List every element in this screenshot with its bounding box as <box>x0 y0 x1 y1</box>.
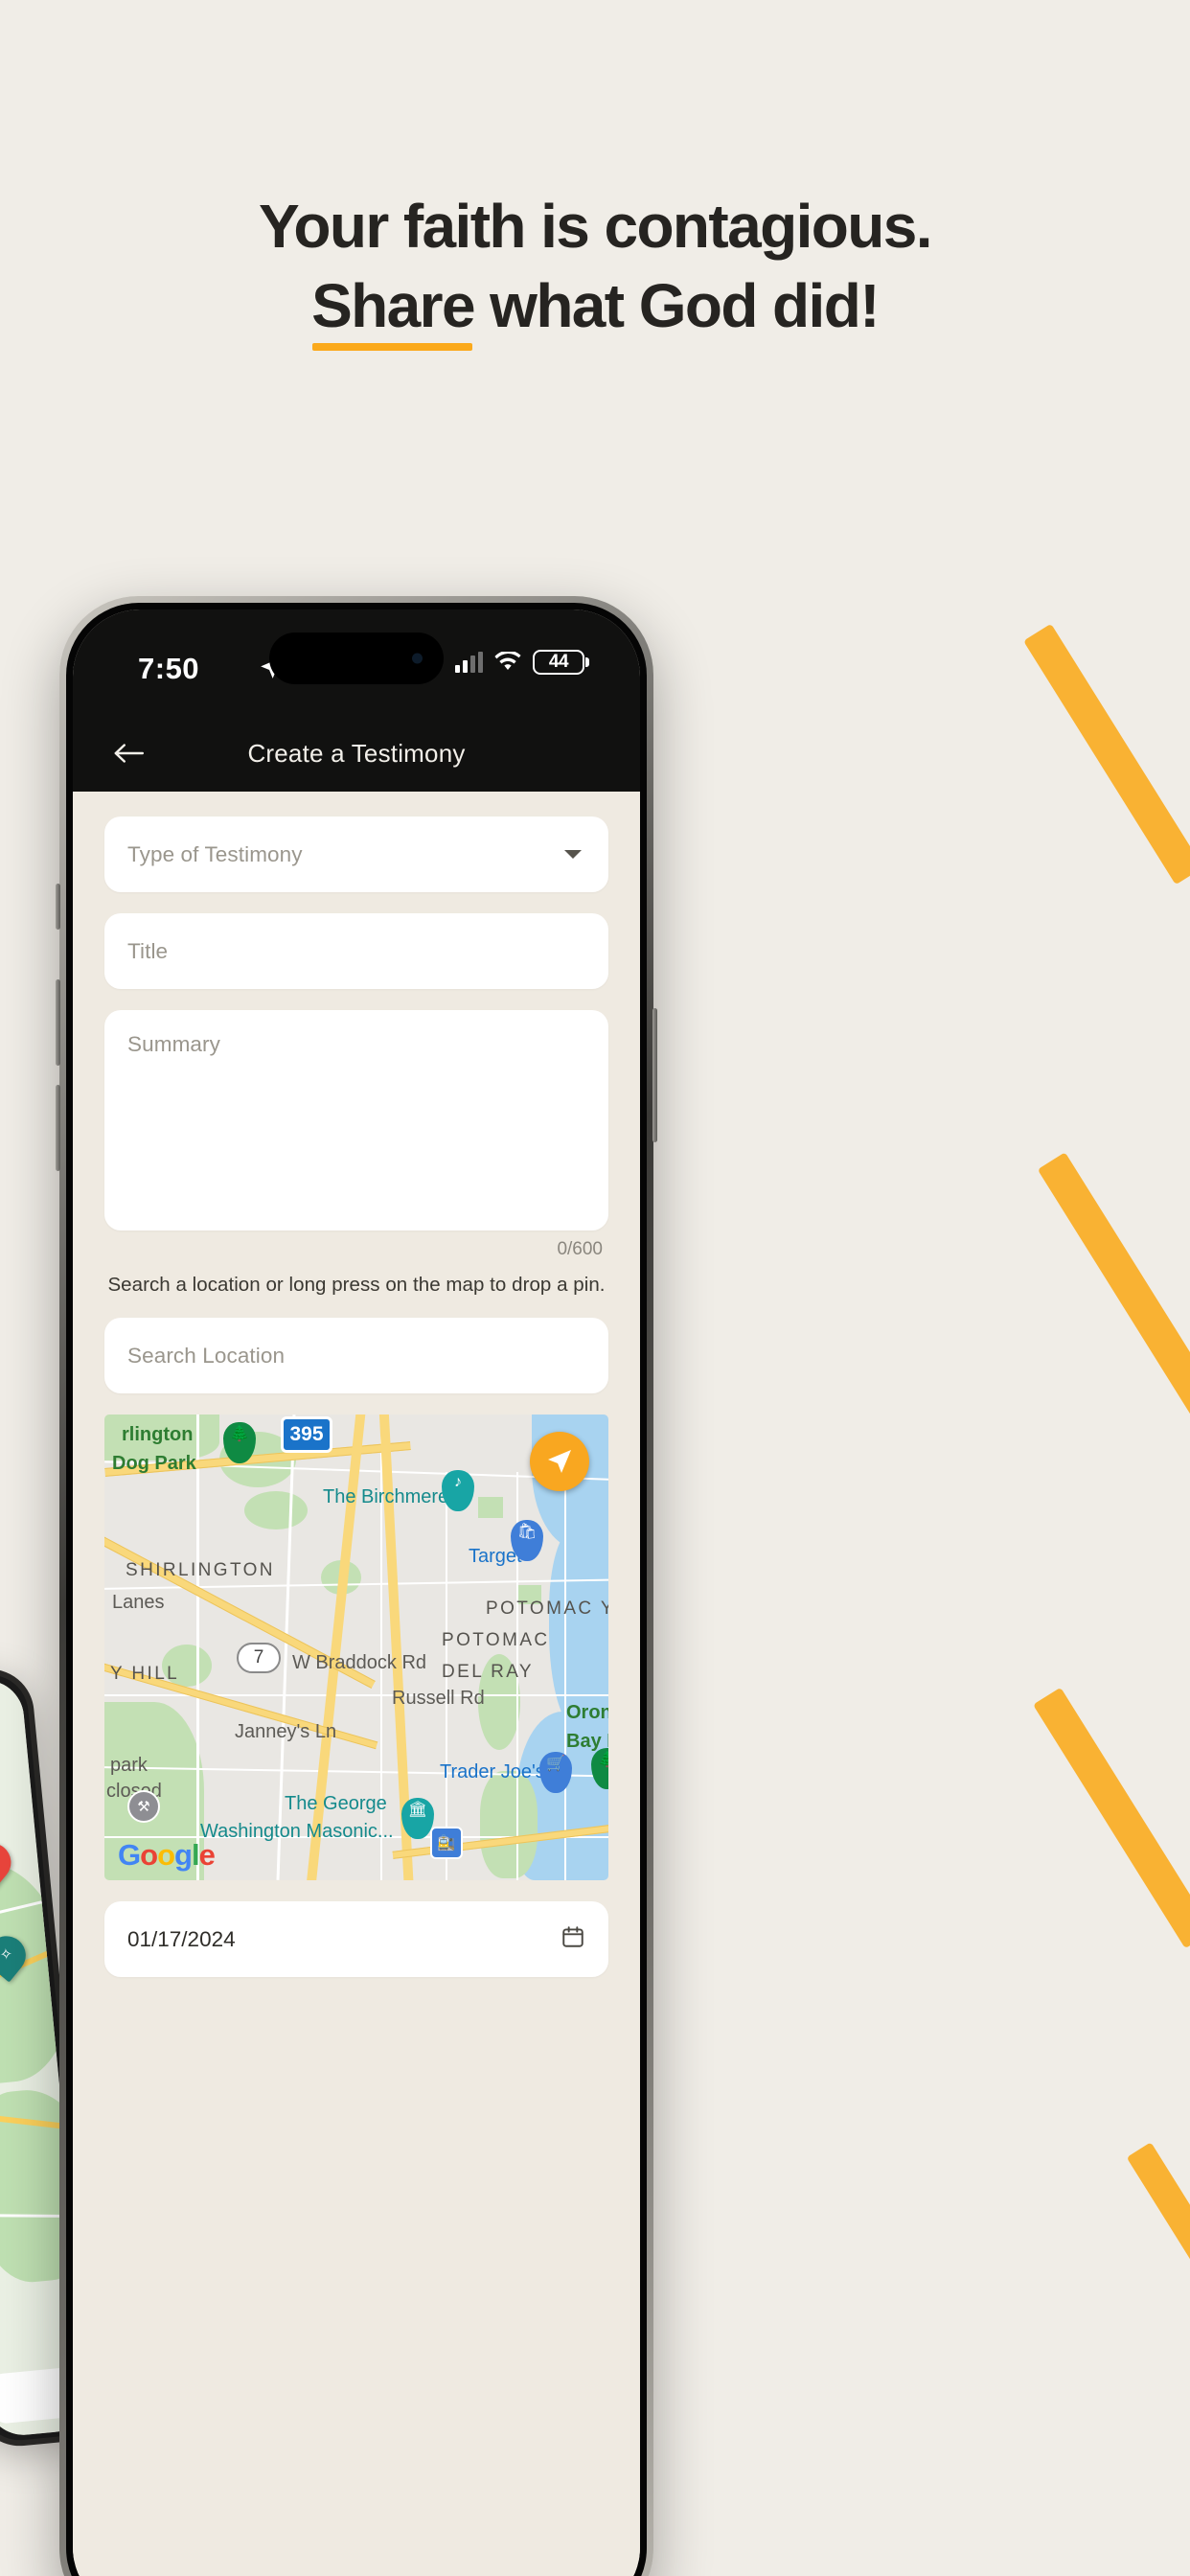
decor-stripe <box>1037 1152 1190 1430</box>
wifi-icon <box>494 652 521 670</box>
title-input[interactable]: Title <box>104 913 608 989</box>
map-label: POTOMAC YARD <box>486 1598 608 1619</box>
map-label: Janney's Ln <box>235 1721 337 1742</box>
map-label: Lanes <box>112 1592 165 1613</box>
date-input[interactable]: 01/17/2024 <box>104 1901 608 1977</box>
navigate-icon <box>548 1450 571 1473</box>
summary-placeholder: Summary <box>127 1032 220 1056</box>
phone-screen: 7:50 44 Create a Testimony Type of Testi… <box>73 610 640 2576</box>
highway-shield-395: 395 <box>281 1416 332 1453</box>
locate-me-button[interactable] <box>530 1432 589 1491</box>
map-label: Orono <box>566 1702 608 1723</box>
headline-line-2: Share what God did! <box>0 270 1190 351</box>
phone-volume-up-button <box>56 979 60 1066</box>
map-poi-icon-closed[interactable]: ⚒ <box>127 1790 160 1823</box>
phone-volume-down-button <box>56 1085 60 1171</box>
map-label: POTOMAC <box>442 1630 550 1650</box>
battery-percentage: 44 <box>548 652 569 672</box>
map-label: Washington Masonic... <box>200 1821 394 1842</box>
map-poi-icon-transit[interactable]: 🚉 <box>430 1827 463 1859</box>
decor-stripe <box>1126 2142 1190 2353</box>
map-label: Russell Rd <box>392 1688 485 1709</box>
phone-mute-switch <box>56 884 60 930</box>
map-label: Dog Park <box>112 1453 196 1474</box>
map-poi-pin-music[interactable]: ♪ <box>442 1470 474 1511</box>
location-map[interactable]: rlington Dog Park The Birchmere SHIRLINGTON… <box>104 1414 608 1880</box>
map-route-shield: 7 <box>237 1643 281 1673</box>
status-bar: 7:50 44 <box>73 610 640 715</box>
map-label: Y HILL <box>110 1664 180 1684</box>
form-body: Type of Testimony Title Summary 0/600 Se… <box>73 792 640 2576</box>
search-location-input[interactable]: Search Location <box>104 1318 608 1393</box>
phone-power-button <box>652 1008 657 1142</box>
google-logo: Google <box>118 1838 216 1872</box>
map-hint-text: Search a location or long press on the m… <box>107 1274 606 1296</box>
calendar-icon[interactable] <box>561 1924 585 1954</box>
map-label: The Birchmere <box>323 1486 449 1507</box>
character-counter: 0/600 <box>557 1239 603 1259</box>
page-title: Create a Testimony <box>247 738 466 768</box>
phone-mockup: 7:50 44 Create a Testimony Type of Testi… <box>56 596 657 2576</box>
navigation-bar: Create a Testimony <box>73 715 640 792</box>
arrow-left-icon <box>114 744 145 763</box>
phone-bezel: 7:50 44 Create a Testimony Type of Testi… <box>66 603 647 2576</box>
headline-line-1: Your faith is contagious. <box>259 192 933 261</box>
chevron-down-icon <box>564 850 582 859</box>
promo-headline: Your faith is contagious. Share what God… <box>0 192 1190 351</box>
summary-textarea[interactable]: Summary <box>104 1010 608 1230</box>
dynamic-island <box>269 632 444 684</box>
battery-icon: 44 <box>533 650 584 675</box>
map-label: The George <box>285 1793 387 1814</box>
cellular-bars-icon <box>455 652 483 673</box>
map-label: Trader Joe's <box>440 1761 545 1782</box>
map-label: DEL RAY <box>442 1662 534 1682</box>
date-value: 01/17/2024 <box>127 1926 236 1951</box>
front-camera-icon <box>412 653 423 664</box>
decor-stripe <box>1033 1687 1190 1949</box>
headline-line-2-rest: what God did! <box>473 270 880 340</box>
title-placeholder: Title <box>127 938 169 963</box>
map-label: W Braddock Rd <box>292 1652 427 1673</box>
status-bar-indicators: 44 <box>455 650 584 675</box>
map-label: SHIRLINGTON <box>126 1560 275 1580</box>
type-of-testimony-placeholder: Type of Testimony <box>127 841 303 866</box>
status-bar-time: 7:50 <box>138 652 200 685</box>
map-poi-pin-store[interactable]: 🛍 <box>511 1520 543 1561</box>
map-poi-pin-landmark[interactable]: 🏛 <box>401 1798 434 1839</box>
search-location-placeholder: Search Location <box>127 1343 286 1368</box>
type-of-testimony-select[interactable]: Type of Testimony <box>104 816 608 892</box>
headline-underlined-word: Share <box>311 270 476 351</box>
map-label: park <box>110 1755 148 1776</box>
decor-stripe <box>1023 623 1190 886</box>
map-label: rlington <box>122 1424 194 1445</box>
back-button[interactable] <box>102 726 155 780</box>
